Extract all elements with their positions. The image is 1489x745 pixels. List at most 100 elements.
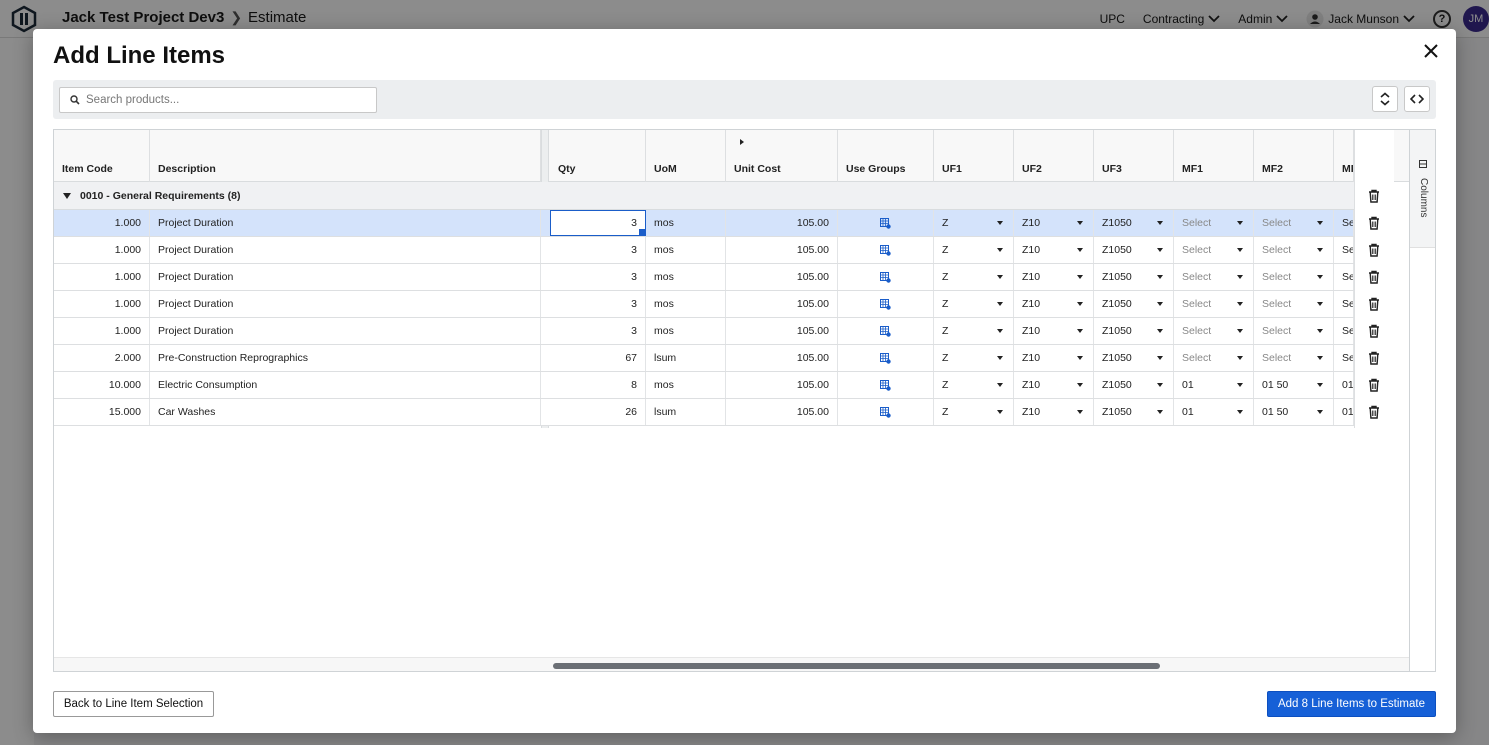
uf3-dropdown[interactable]: Z1050 (1094, 210, 1174, 236)
item-code-cell[interactable]: 2.000 (54, 345, 150, 371)
uom-cell[interactable]: mos (646, 318, 726, 344)
mf2-dropdown[interactable]: 01 50 (1254, 399, 1334, 425)
unit-cost-cell[interactable]: 105.00 (726, 318, 838, 344)
header-use-groups[interactable]: Use Groups (838, 130, 934, 182)
unit-cost-cell[interactable]: 105.00 (726, 372, 838, 398)
description-cell[interactable]: Project Duration (150, 210, 541, 236)
uom-cell[interactable]: mos (646, 372, 726, 398)
header-mf3[interactable]: MF (1334, 130, 1354, 182)
qty-cell[interactable]: 3 (550, 237, 646, 263)
table-row[interactable]: 15.000 Car Washes 26 lsum 105.00 Z Z10 Z… (54, 399, 1394, 426)
uf3-dropdown[interactable]: Z1050 (1094, 345, 1174, 371)
uf3-dropdown[interactable]: Z1050 (1094, 399, 1174, 425)
uom-cell[interactable]: lsum (646, 345, 726, 371)
mf1-dropdown[interactable]: Select (1174, 237, 1254, 263)
mf2-dropdown[interactable]: 01 50 (1254, 372, 1334, 398)
use-groups-icon[interactable] (880, 379, 891, 391)
trash-icon[interactable] (1367, 324, 1381, 338)
item-code-cell[interactable]: 15.000 (54, 399, 150, 425)
mf3-cell[interactable]: Se (1334, 318, 1354, 344)
code-toggle-button[interactable] (1404, 86, 1430, 112)
item-code-cell[interactable]: 1.000 (54, 210, 150, 236)
use-groups-cell[interactable] (838, 264, 934, 290)
uf1-dropdown[interactable]: Z (934, 399, 1014, 425)
header-uf1[interactable]: UF1 (934, 130, 1014, 182)
header-unit-cost[interactable]: Unit Cost (726, 130, 838, 182)
mf2-dropdown[interactable]: Select (1254, 291, 1334, 317)
use-groups-icon[interactable] (880, 217, 891, 229)
use-groups-icon[interactable] (880, 406, 891, 418)
trash-icon[interactable] (1367, 297, 1381, 311)
table-row[interactable]: 1.000 Project Duration 3 mos 105.00 Z Z1… (54, 264, 1394, 291)
description-cell[interactable]: Car Washes (150, 399, 541, 425)
header-description[interactable]: Description (150, 130, 541, 182)
uf2-dropdown[interactable]: Z10 (1014, 345, 1094, 371)
search-input[interactable] (86, 94, 366, 106)
table-row[interactable]: 1.000 Project Duration 3 mos 105.00 Z Z1… (54, 291, 1394, 318)
table-row[interactable]: 10.000 Electric Consumption 8 mos 105.00… (54, 372, 1394, 399)
mf3-cell[interactable]: Se (1334, 291, 1354, 317)
mf3-cell[interactable]: Se (1334, 264, 1354, 290)
use-groups-icon[interactable] (880, 244, 891, 256)
back-to-selection-button[interactable]: Back to Line Item Selection (53, 691, 214, 717)
qty-cell[interactable]: 8 (550, 372, 646, 398)
uf2-dropdown[interactable]: Z10 (1014, 237, 1094, 263)
use-groups-cell[interactable] (838, 291, 934, 317)
description-cell[interactable]: Project Duration (150, 264, 541, 290)
mf1-dropdown[interactable]: 01 (1174, 399, 1254, 425)
uom-cell[interactable]: mos (646, 210, 726, 236)
mf1-dropdown[interactable]: Select (1174, 210, 1254, 236)
mf3-cell[interactable]: 01 (1334, 372, 1354, 398)
mf1-dropdown[interactable]: Select (1174, 345, 1254, 371)
trash-icon[interactable] (1367, 216, 1381, 230)
unit-cost-cell[interactable]: 105.00 (726, 264, 838, 290)
item-code-cell[interactable]: 1.000 (54, 318, 150, 344)
use-groups-cell[interactable] (838, 237, 934, 263)
qty-cell[interactable]: 3 (550, 210, 646, 236)
uf3-dropdown[interactable]: Z1050 (1094, 291, 1174, 317)
table-row[interactable]: 1.000 Project Duration 3 mos 105.00 Z Z1… (54, 210, 1394, 237)
uom-cell[interactable]: mos (646, 291, 726, 317)
unit-cost-cell[interactable]: 105.00 (726, 291, 838, 317)
item-code-cell[interactable]: 10.000 (54, 372, 150, 398)
description-cell[interactable]: Project Duration (150, 291, 541, 317)
item-code-cell[interactable]: 1.000 (54, 264, 150, 290)
qty-cell[interactable]: 3 (550, 291, 646, 317)
trash-icon[interactable] (1367, 378, 1381, 392)
fill-handle[interactable] (639, 229, 645, 235)
mf2-dropdown[interactable]: Select (1254, 345, 1334, 371)
header-uf2[interactable]: UF2 (1014, 130, 1094, 182)
mf1-dropdown[interactable]: Select (1174, 291, 1254, 317)
trash-icon[interactable] (1367, 243, 1381, 257)
columns-tab[interactable]: Columns (1410, 130, 1435, 248)
uf1-dropdown[interactable]: Z (934, 291, 1014, 317)
uf2-dropdown[interactable]: Z10 (1014, 318, 1094, 344)
use-groups-cell[interactable] (838, 345, 934, 371)
uf1-dropdown[interactable]: Z (934, 318, 1014, 344)
use-groups-cell[interactable] (838, 210, 934, 236)
use-groups-icon[interactable] (880, 298, 891, 310)
table-row[interactable]: 2.000 Pre-Construction Reprographics 67 … (54, 345, 1394, 372)
uf1-dropdown[interactable]: Z (934, 237, 1014, 263)
scrollbar-thumb[interactable] (553, 663, 1160, 669)
use-groups-cell[interactable] (838, 318, 934, 344)
mf1-dropdown[interactable]: 01 (1174, 372, 1254, 398)
uf3-dropdown[interactable]: Z1050 (1094, 372, 1174, 398)
mf1-dropdown[interactable]: Select (1174, 264, 1254, 290)
uf1-dropdown[interactable]: Z (934, 372, 1014, 398)
header-uom[interactable]: UoM (646, 130, 726, 182)
header-item-code[interactable]: Item Code (54, 130, 150, 182)
mf3-cell[interactable]: Se (1334, 237, 1354, 263)
unit-cost-cell[interactable]: 105.00 (726, 237, 838, 263)
item-code-cell[interactable]: 1.000 (54, 291, 150, 317)
description-cell[interactable]: Pre-Construction Reprographics (150, 345, 541, 371)
unit-cost-cell[interactable]: 105.00 (726, 399, 838, 425)
uf2-dropdown[interactable]: Z10 (1014, 264, 1094, 290)
trash-icon[interactable] (1367, 189, 1381, 203)
uf2-dropdown[interactable]: Z10 (1014, 399, 1094, 425)
use-groups-cell[interactable] (838, 372, 934, 398)
description-cell[interactable]: Project Duration (150, 237, 541, 263)
add-line-items-button[interactable]: Add 8 Line Items to Estimate (1267, 691, 1436, 717)
uom-cell[interactable]: lsum (646, 399, 726, 425)
uom-cell[interactable]: mos (646, 237, 726, 263)
